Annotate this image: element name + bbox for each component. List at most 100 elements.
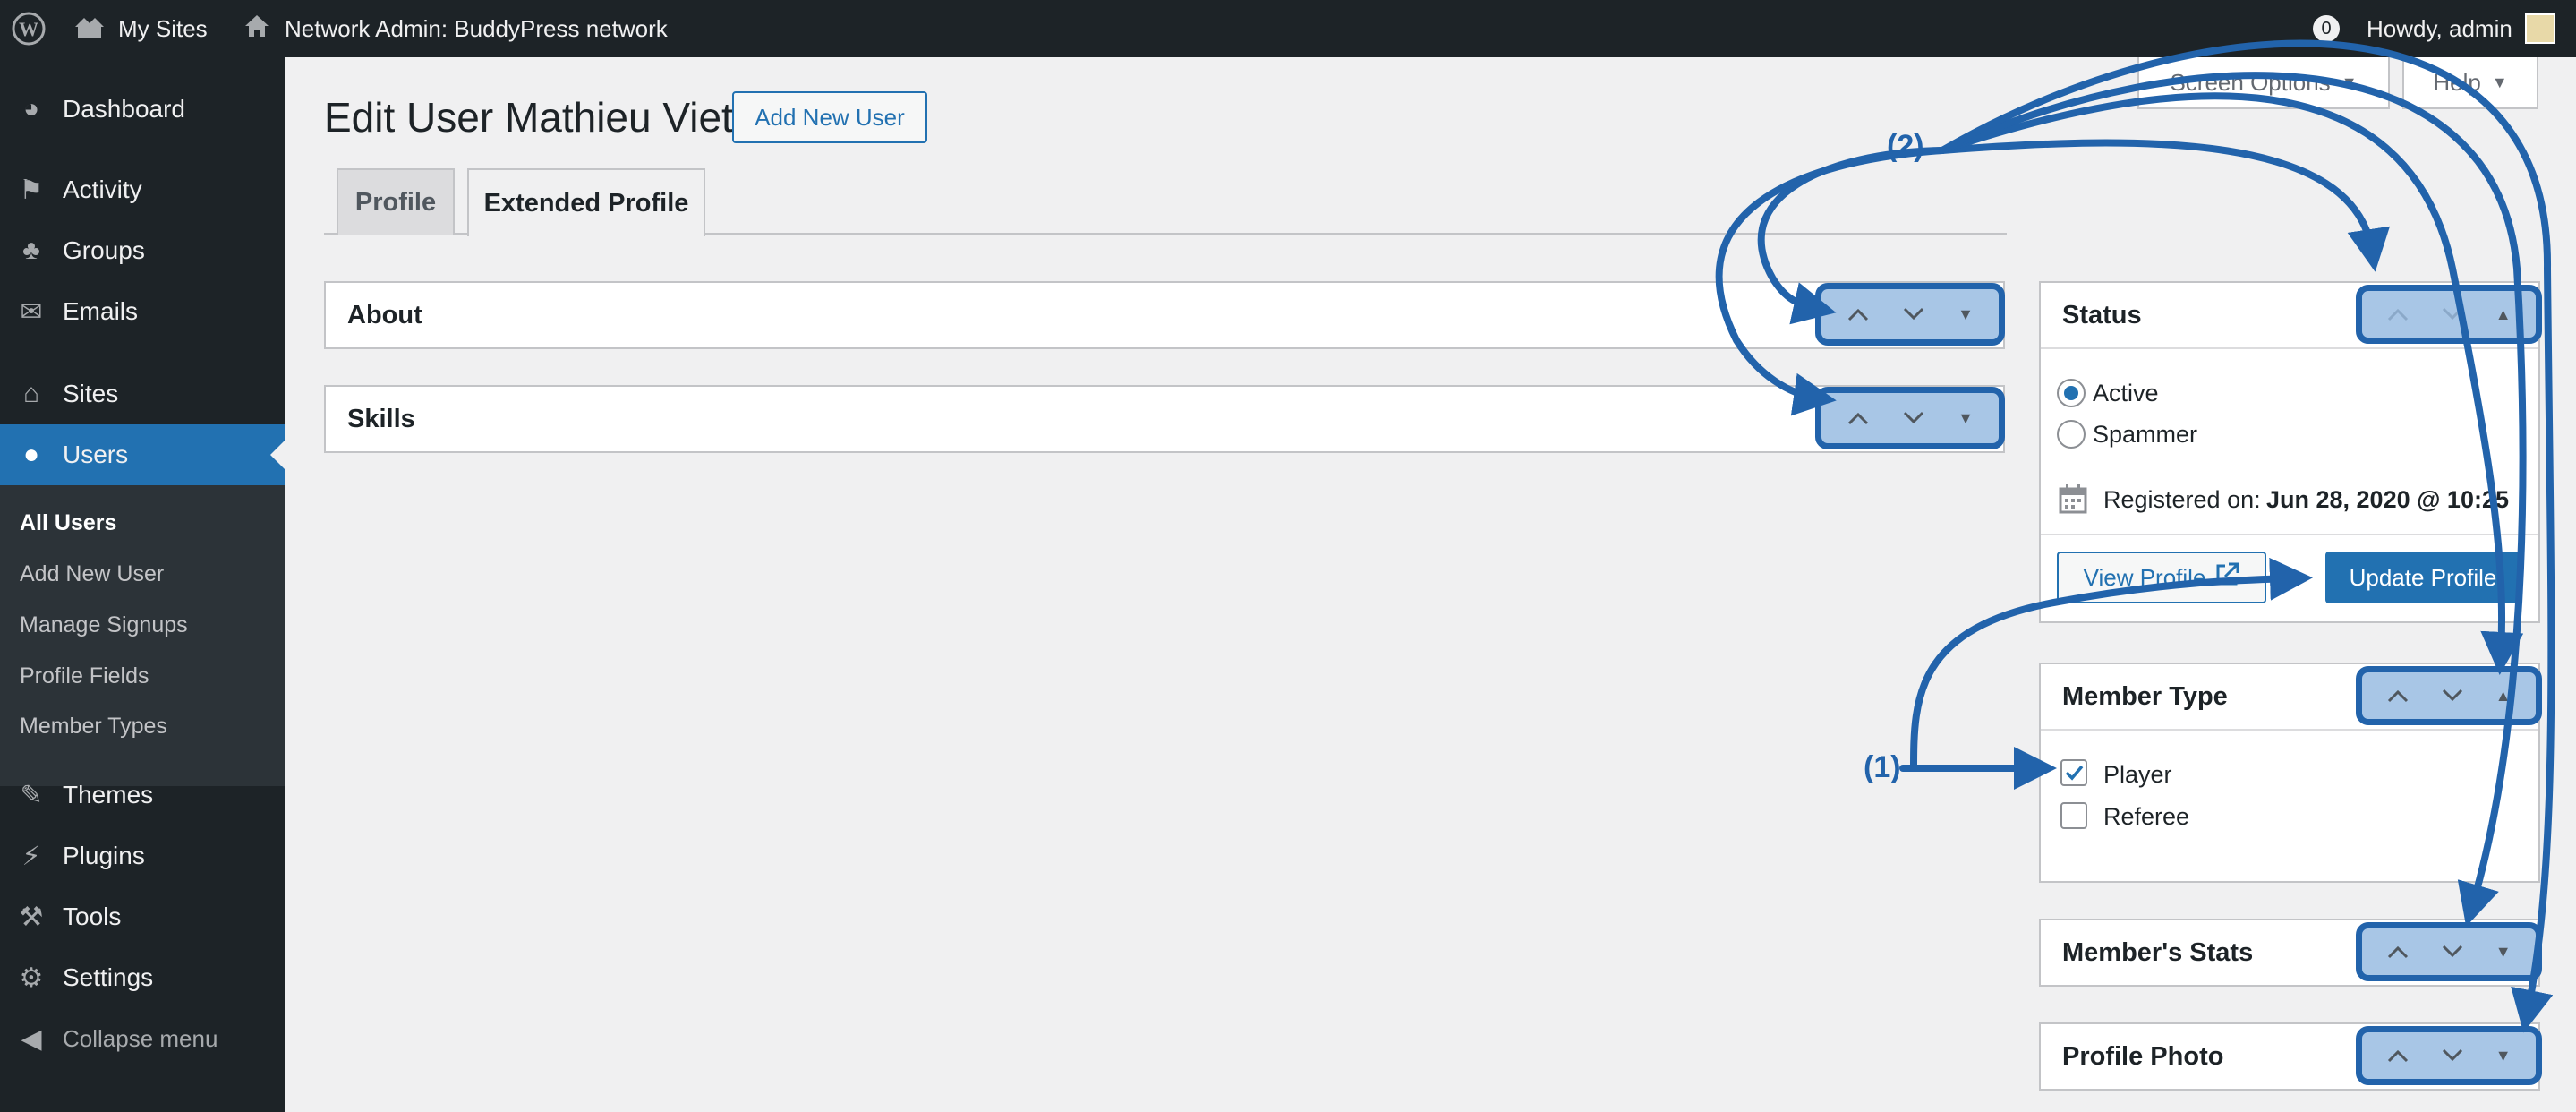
add-new-user-button[interactable]: Add New User bbox=[732, 91, 927, 143]
toggle-panel-icon[interactable]: ▲ bbox=[2495, 687, 2512, 706]
tab-profile[interactable]: Profile bbox=[337, 168, 455, 235]
help-button[interactable]: Help ▼ bbox=[2402, 57, 2538, 109]
member-type-referee-label: Referee bbox=[2103, 803, 2190, 830]
sidebar-item-activity[interactable]: ⚑ Activity bbox=[0, 159, 285, 220]
email-icon: ✉ bbox=[20, 296, 43, 327]
page-title: Edit User Mathieu Viet bbox=[324, 94, 733, 141]
registered-label: Registered on: bbox=[2103, 486, 2261, 513]
dashboard-icon: ◕ bbox=[22, 94, 40, 124]
sidebar-item-label: Collapse menu bbox=[63, 1024, 218, 1052]
account-menu[interactable]: Howdy, admin bbox=[2367, 0, 2555, 57]
status-spammer-label: Spammer bbox=[2093, 421, 2198, 448]
status-spammer-radio[interactable] bbox=[2057, 420, 2086, 449]
move-down-icon[interactable] bbox=[1902, 307, 1925, 321]
move-down-icon[interactable] bbox=[2441, 689, 2464, 703]
notifications-badge[interactable]: 0 bbox=[2313, 0, 2340, 57]
sites-icon: ⌂ bbox=[22, 379, 40, 408]
toggle-panel-icon[interactable]: ▲ bbox=[2495, 305, 2512, 324]
move-up-icon[interactable] bbox=[2386, 1048, 2410, 1063]
move-down-icon[interactable] bbox=[2441, 307, 2464, 321]
postbox-header-divider bbox=[2041, 347, 2538, 349]
caret-down-icon: ▼ bbox=[2491, 73, 2508, 91]
tab-extended-profile[interactable]: Extended Profile bbox=[467, 168, 705, 236]
sidebar-item-tools[interactable]: ⚒ Tools bbox=[0, 886, 285, 947]
help-label: Help bbox=[2433, 68, 2481, 96]
submenu-profile-fields[interactable]: Profile Fields bbox=[20, 663, 149, 689]
settings-icon: ⚙ bbox=[19, 962, 44, 993]
about-box-handles: ▼ bbox=[1815, 283, 2005, 346]
member-type-title: Member Type bbox=[2062, 682, 2228, 711]
member-type-box-handles: ▲ bbox=[2356, 666, 2542, 725]
move-down-icon[interactable] bbox=[2441, 945, 2464, 959]
submenu-manage-signups[interactable]: Manage Signups bbox=[20, 612, 188, 638]
svg-text:W: W bbox=[19, 18, 38, 40]
toggle-panel-icon[interactable]: ▼ bbox=[2495, 1047, 2512, 1065]
sidebar-item-label: Sites bbox=[63, 380, 119, 407]
activity-icon: ⚑ bbox=[19, 175, 44, 205]
move-up-icon[interactable] bbox=[2386, 689, 2410, 703]
move-up-icon[interactable] bbox=[2386, 307, 2410, 321]
about-postbox: About bbox=[324, 281, 2005, 349]
postbox-header-divider bbox=[2041, 729, 2538, 731]
move-up-icon[interactable] bbox=[2386, 945, 2410, 959]
about-title: About bbox=[347, 301, 422, 329]
themes-icon: ✎ bbox=[20, 780, 43, 810]
member-type-player-label: Player bbox=[2103, 761, 2172, 788]
status-title: Status bbox=[2062, 301, 2142, 329]
groups-icon: ♣ bbox=[22, 235, 40, 265]
sidebar-item-label: Tools bbox=[63, 902, 122, 930]
status-box-handles: ▲ bbox=[2356, 285, 2542, 344]
sidebar-item-plugins[interactable]: ⚡ Plugins bbox=[0, 825, 285, 886]
sidebar-item-label: Plugins bbox=[63, 842, 145, 869]
plugins-icon: ⚡ bbox=[21, 841, 41, 871]
sidebar-item-sites[interactable]: ⌂ Sites bbox=[0, 364, 285, 424]
status-active-radio[interactable] bbox=[2057, 379, 2086, 407]
collapse-icon: ◀ bbox=[21, 1023, 42, 1054]
toggle-panel-icon[interactable]: ▼ bbox=[1958, 305, 1974, 324]
my-sites-label: My Sites bbox=[118, 14, 208, 42]
profile-photo-title: Profile Photo bbox=[2062, 1042, 2224, 1071]
wordpress-logo-icon[interactable]: W bbox=[11, 0, 47, 57]
submenu-all-users[interactable]: All Users bbox=[20, 510, 116, 536]
member-type-referee-checkbox[interactable] bbox=[2060, 802, 2087, 829]
major-actions-divider bbox=[2041, 534, 2538, 535]
sidebar-item-settings[interactable]: ⚙ Settings bbox=[0, 947, 285, 1008]
move-down-icon[interactable] bbox=[2441, 1048, 2464, 1063]
move-down-icon[interactable] bbox=[1902, 411, 1925, 425]
sidebar-item-label: Activity bbox=[63, 175, 142, 203]
move-up-icon[interactable] bbox=[1847, 307, 1870, 321]
screen-options-button[interactable]: Screen Options ▼ bbox=[2137, 57, 2390, 109]
sidebar-item-label: Themes bbox=[63, 781, 154, 808]
annotation-label-1: (1) bbox=[1864, 750, 1901, 784]
home-icon bbox=[243, 13, 270, 46]
view-profile-button[interactable]: View Profile bbox=[2057, 552, 2266, 603]
toggle-panel-icon[interactable]: ▼ bbox=[2495, 943, 2512, 962]
external-link-icon bbox=[2214, 562, 2239, 594]
calendar-icon bbox=[2059, 483, 2087, 518]
view-profile-label: View Profile bbox=[2083, 563, 2206, 591]
profile-photo-box-handles: ▼ bbox=[2356, 1026, 2542, 1085]
sidebar-item-users[interactable]: ● Users bbox=[0, 424, 285, 485]
annotation-label-2: (2) bbox=[1887, 129, 1924, 163]
current-menu-arrow bbox=[270, 441, 285, 469]
update-profile-button[interactable]: Update Profile bbox=[2325, 552, 2521, 603]
tools-icon: ⚒ bbox=[19, 902, 44, 932]
sidebar-item-label: Emails bbox=[63, 297, 139, 325]
sidebar-item-groups[interactable]: ♣ Groups bbox=[0, 220, 285, 281]
my-sites-menu[interactable]: My Sites bbox=[73, 0, 208, 57]
registered-date: Jun 28, 2020 @ 10:25 bbox=[2266, 486, 2509, 513]
collapse-menu-button[interactable]: ◀ Collapse menu bbox=[0, 1008, 285, 1069]
member-type-player-checkbox[interactable] bbox=[2060, 759, 2087, 786]
screen-options-label: Screen Options bbox=[2170, 68, 2331, 96]
submenu-member-types[interactable]: Member Types bbox=[20, 714, 167, 740]
network-admin-menu[interactable]: Network Admin: BuddyPress network bbox=[243, 0, 668, 57]
submenu-add-new-user[interactable]: Add New User bbox=[20, 561, 164, 587]
sidebar-item-label: Users bbox=[63, 441, 129, 468]
sidebar-item-themes[interactable]: ✎ Themes bbox=[0, 765, 285, 825]
sidebar-item-dashboard[interactable]: ◕ Dashboard bbox=[0, 79, 285, 140]
toggle-panel-icon[interactable]: ▼ bbox=[1958, 409, 1974, 428]
move-up-icon[interactable] bbox=[1847, 411, 1870, 425]
my-sites-icon bbox=[73, 13, 106, 46]
sidebar-item-emails[interactable]: ✉ Emails bbox=[0, 281, 285, 342]
howdy-label: Howdy, admin bbox=[2367, 14, 2512, 42]
